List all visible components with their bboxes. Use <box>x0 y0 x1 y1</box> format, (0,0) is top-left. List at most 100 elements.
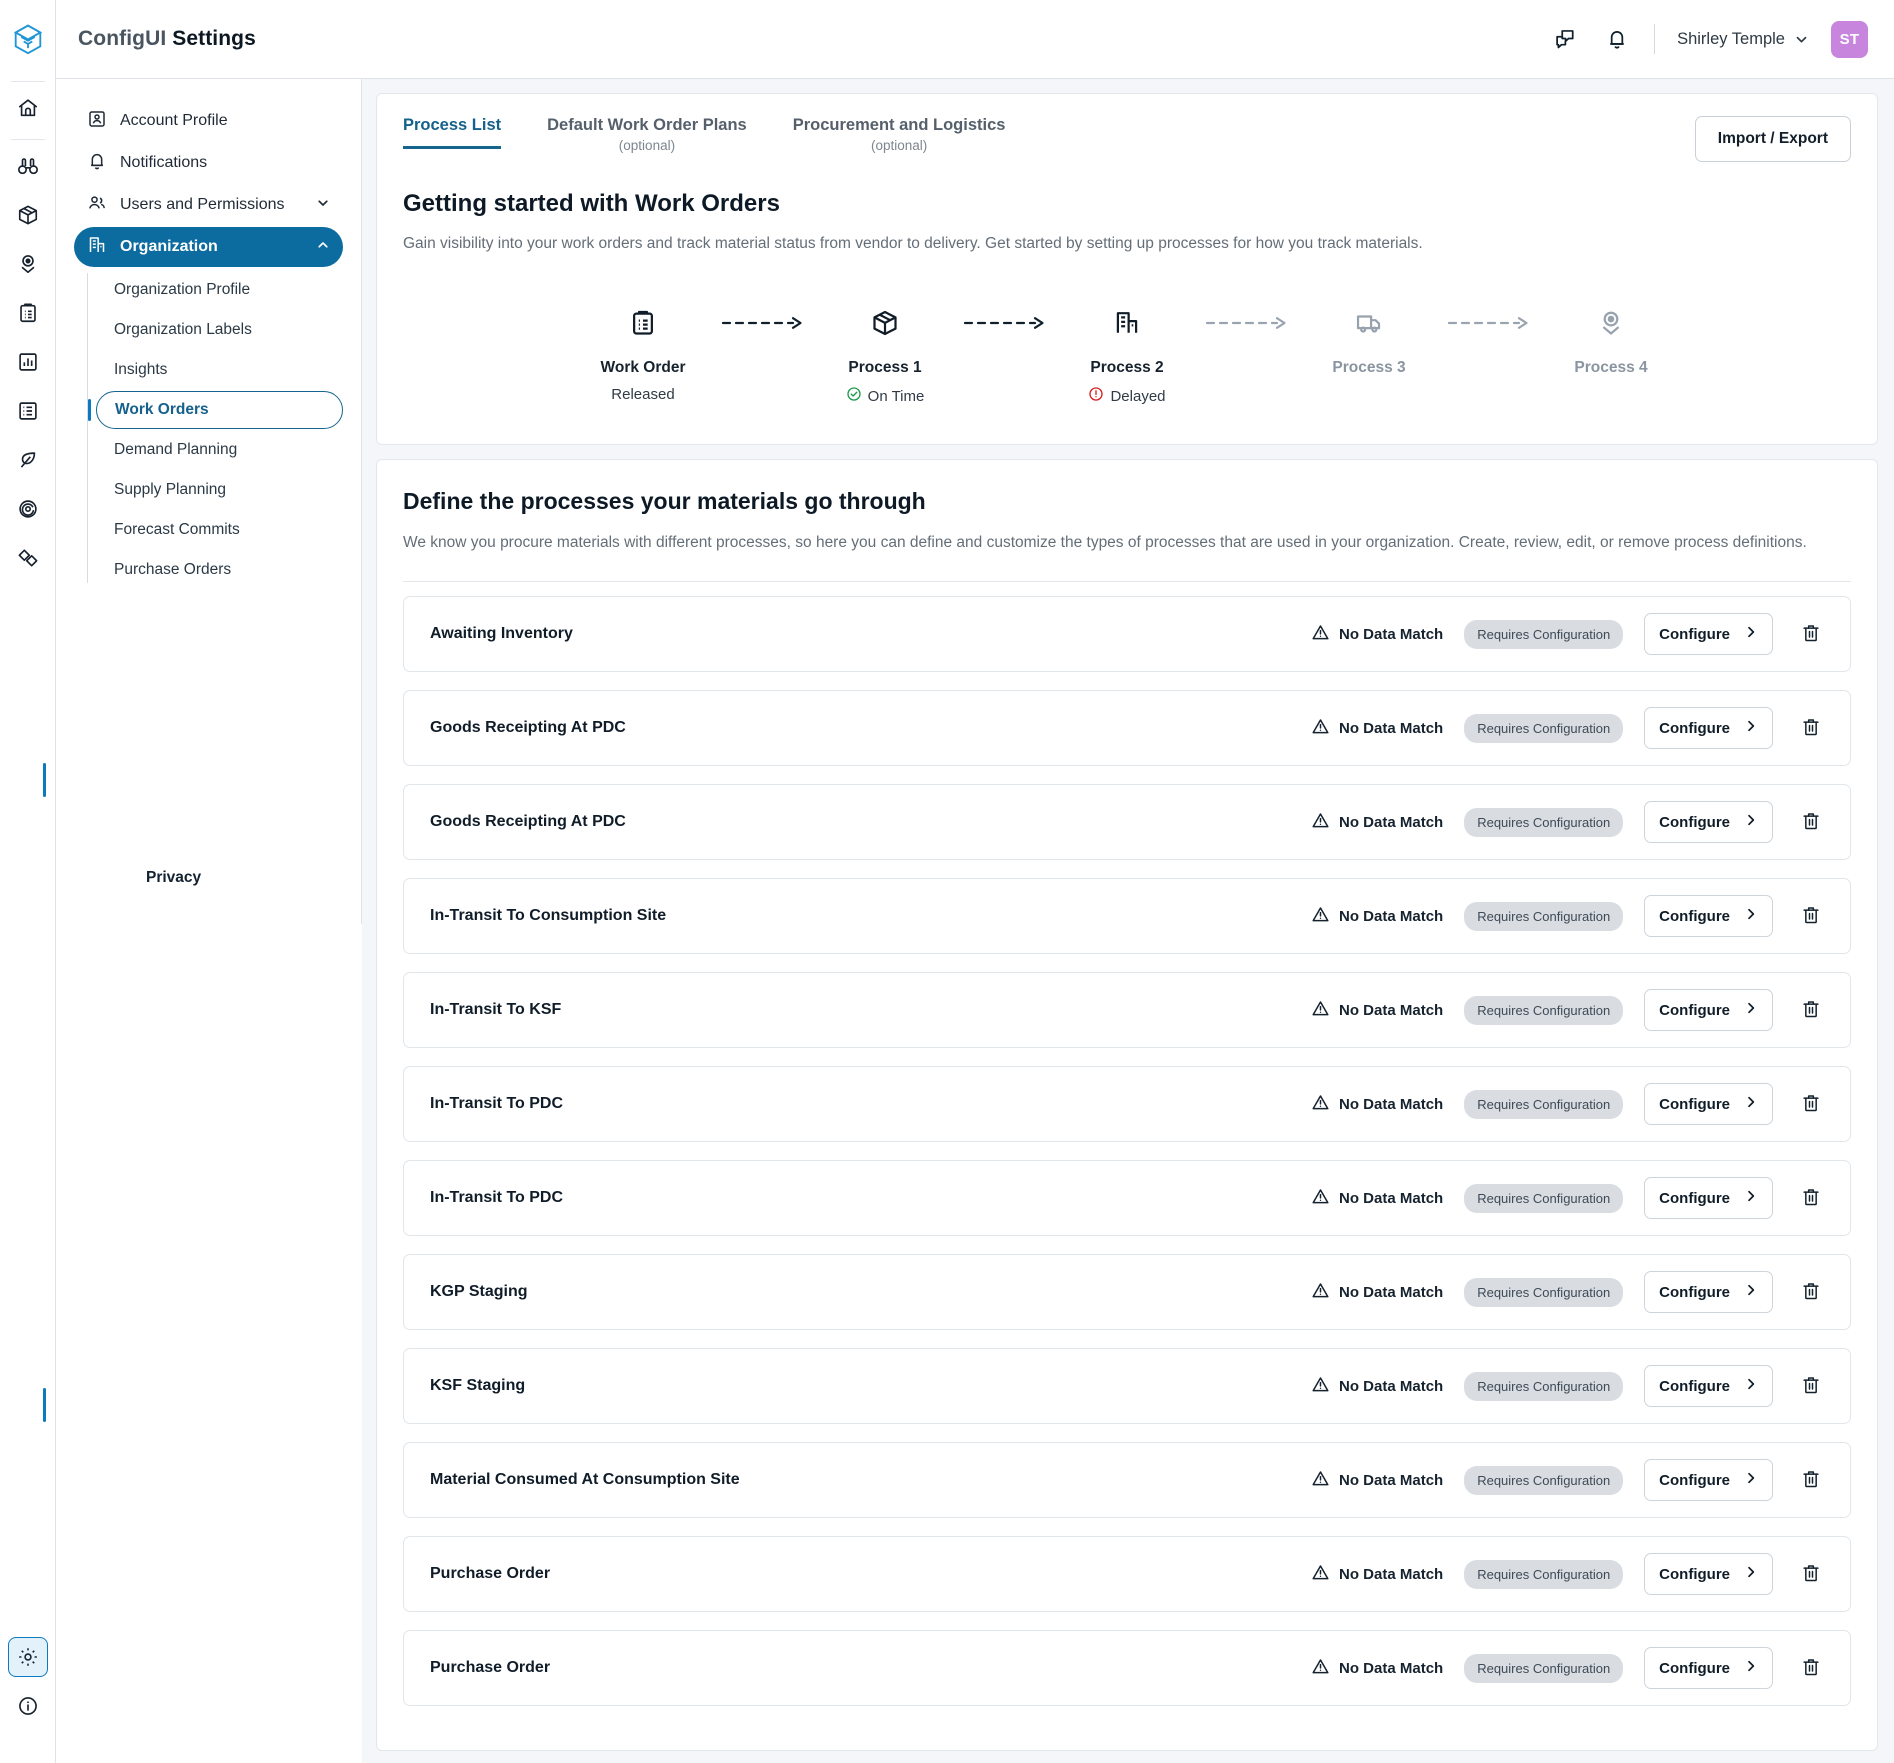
table-row[interactable]: Purchase Order No Data Match Requires Co… <box>403 1536 1851 1613</box>
sidebar-item-purchase-orders[interactable]: Purchase Orders <box>96 551 343 589</box>
delete-button[interactable] <box>1794 803 1828 841</box>
row-actions: No Data Match Requires Configuration Con… <box>1311 801 1828 844</box>
row-actions: No Data Match Requires Configuration Con… <box>1311 1177 1828 1220</box>
trash-icon <box>1801 905 1821 928</box>
delete-button[interactable] <box>1794 1179 1828 1217</box>
configure-button[interactable]: Configure <box>1644 895 1773 938</box>
bell-icon[interactable] <box>1602 24 1632 54</box>
sidebar-item-supply-planning[interactable]: Supply Planning <box>96 471 343 509</box>
chevron-down-icon[interactable] <box>316 196 330 215</box>
table-row[interactable]: In-Transit To Consumption Site No Data M… <box>403 878 1851 955</box>
rail-home-icon[interactable] <box>8 88 48 128</box>
table-row[interactable]: In-Transit To KSF No Data Match Requires… <box>403 972 1851 1049</box>
bell-icon <box>87 151 107 176</box>
flow-arrow-2 <box>947 303 1065 343</box>
sidebar-item-work-orders[interactable]: Work Orders <box>88 391 343 429</box>
row-actions: No Data Match Requires Configuration Con… <box>1311 1083 1828 1126</box>
table-row[interactable]: KSF Staging No Data Match Requires Confi… <box>403 1348 1851 1425</box>
chevron-up-icon[interactable] <box>316 238 330 257</box>
delete-button[interactable] <box>1794 1461 1828 1499</box>
brand-name: ConfigUI <box>78 27 167 50</box>
delete-button[interactable] <box>1794 1367 1828 1405</box>
tab-label: Default Work Order Plans <box>547 116 747 134</box>
table-row[interactable]: Goods Receipting At PDC No Data Match Re… <box>403 690 1851 767</box>
configure-button[interactable]: Configure <box>1644 989 1773 1032</box>
header-divider <box>1654 24 1656 54</box>
chat-bubbles-icon[interactable] <box>1550 24 1580 54</box>
delete-button[interactable] <box>1794 991 1828 1029</box>
sidebar-item-organization-labels[interactable]: Organization Labels <box>96 311 343 349</box>
configure-button[interactable]: Configure <box>1644 801 1773 844</box>
rail-diamonds-icon[interactable] <box>8 538 48 578</box>
flow-node-process-2: Process 2 Delayed <box>1065 303 1189 406</box>
sidebar-item-users-and-permissions[interactable]: Users and Permissions <box>74 185 343 225</box>
table-row[interactable]: Goods Receipting At PDC No Data Match Re… <box>403 784 1851 861</box>
process-name: In-Transit To PDC <box>430 1189 564 1207</box>
sidebar-item-notifications[interactable]: Notifications <box>74 143 343 183</box>
app-logo[interactable] <box>0 0 56 79</box>
table-row[interactable]: Purchase Order No Data Match Requires Co… <box>403 1630 1851 1707</box>
rail-package-icon[interactable] <box>8 195 48 235</box>
rail-info-icon[interactable] <box>8 1686 48 1726</box>
delete-button[interactable] <box>1794 709 1828 747</box>
configure-button[interactable]: Configure <box>1644 1083 1773 1126</box>
sidebar-item-demand-planning[interactable]: Demand Planning <box>96 431 343 469</box>
configure-label: Configure <box>1659 1283 1730 1301</box>
sub-item-label: Work Orders <box>115 401 209 418</box>
tab-process-list[interactable]: Process List <box>403 116 502 149</box>
sidebar-item-insights[interactable]: Insights <box>96 351 343 389</box>
process-name: Goods Receipting At PDC <box>430 719 626 737</box>
rail-bar-chart-icon[interactable] <box>8 342 48 382</box>
chevron-right-icon <box>1744 625 1758 643</box>
configure-button[interactable]: Configure <box>1644 1271 1773 1314</box>
sub-item-label: Organization Profile <box>114 281 251 298</box>
sidebar-item-organization[interactable]: Organization <box>74 227 343 267</box>
user-menu[interactable]: Shirley Temple <box>1677 30 1809 49</box>
tab-bar: Process List Default Work Order Plans (o… <box>403 116 1851 164</box>
privacy-link[interactable]: Privacy <box>146 869 201 887</box>
table-row[interactable]: KGP Staging No Data Match Requires Confi… <box>403 1254 1851 1331</box>
rail-leaf-icon[interactable] <box>8 440 48 480</box>
import-export-button[interactable]: Import / Export <box>1694 116 1851 162</box>
status-indicator: No Data Match <box>1311 1093 1443 1116</box>
configure-button[interactable]: Configure <box>1644 613 1773 656</box>
table-row[interactable]: In-Transit To PDC No Data Match Requires… <box>403 1160 1851 1237</box>
rail-list-checks-icon[interactable] <box>8 391 48 431</box>
delete-button[interactable] <box>1794 1649 1828 1687</box>
tab-procurement-and-logistics[interactable]: Procurement and Logistics (optional) <box>793 116 1006 164</box>
table-row[interactable]: Material Consumed At Consumption Site No… <box>403 1442 1851 1519</box>
process-name: In-Transit To Consumption Site <box>430 907 667 925</box>
flow-node-process-1: Process 1 On Time <box>823 303 947 406</box>
tab-label: Procurement and Logistics <box>792 116 1006 134</box>
sidebar-item-organization-profile[interactable]: Organization Profile <box>96 271 343 309</box>
configure-button[interactable]: Configure <box>1644 1365 1773 1408</box>
status-badge: Requires Configuration <box>1464 1089 1624 1119</box>
configure-button[interactable]: Configure <box>1644 1647 1773 1690</box>
configure-button[interactable]: Configure <box>1644 707 1773 750</box>
configure-button[interactable]: Configure <box>1644 1177 1773 1220</box>
delete-button[interactable] <box>1794 1085 1828 1123</box>
table-row[interactable]: In-Transit To PDC No Data Match Requires… <box>403 1066 1851 1143</box>
delete-button[interactable] <box>1794 897 1828 935</box>
status-indicator: No Data Match <box>1311 1657 1443 1680</box>
sidebar-item-forecast-commits[interactable]: Forecast Commits <box>96 511 343 549</box>
configure-button[interactable]: Configure <box>1644 1459 1773 1502</box>
row-actions: No Data Match Requires Configuration Con… <box>1311 1459 1828 1502</box>
rail-gear-icon[interactable] <box>8 1637 48 1677</box>
rail-binoculars-icon[interactable] <box>8 146 48 186</box>
rail-clipboard-list-icon[interactable] <box>8 293 48 333</box>
rail-location-pin-icon[interactable] <box>8 244 48 284</box>
sub-item-label: Forecast Commits <box>114 521 240 538</box>
table-row[interactable]: Awaiting Inventory No Data Match Require… <box>403 596 1851 673</box>
delete-button[interactable] <box>1794 1273 1828 1311</box>
avatar[interactable]: ST <box>1831 20 1868 58</box>
delete-button[interactable] <box>1794 615 1828 653</box>
sidebar-item-account-profile[interactable]: Account Profile <box>74 101 343 141</box>
flow-node-title: Process 3 <box>1332 359 1406 376</box>
trash-icon <box>1801 1281 1821 1304</box>
configure-button[interactable]: Configure <box>1644 1553 1773 1596</box>
delete-button[interactable] <box>1794 1555 1828 1593</box>
tab-default-work-order-plans[interactable]: Default Work Order Plans (optional) <box>547 116 747 164</box>
rail-target-spiral-icon[interactable] <box>8 489 48 529</box>
rail-divider-2 <box>10 139 45 140</box>
